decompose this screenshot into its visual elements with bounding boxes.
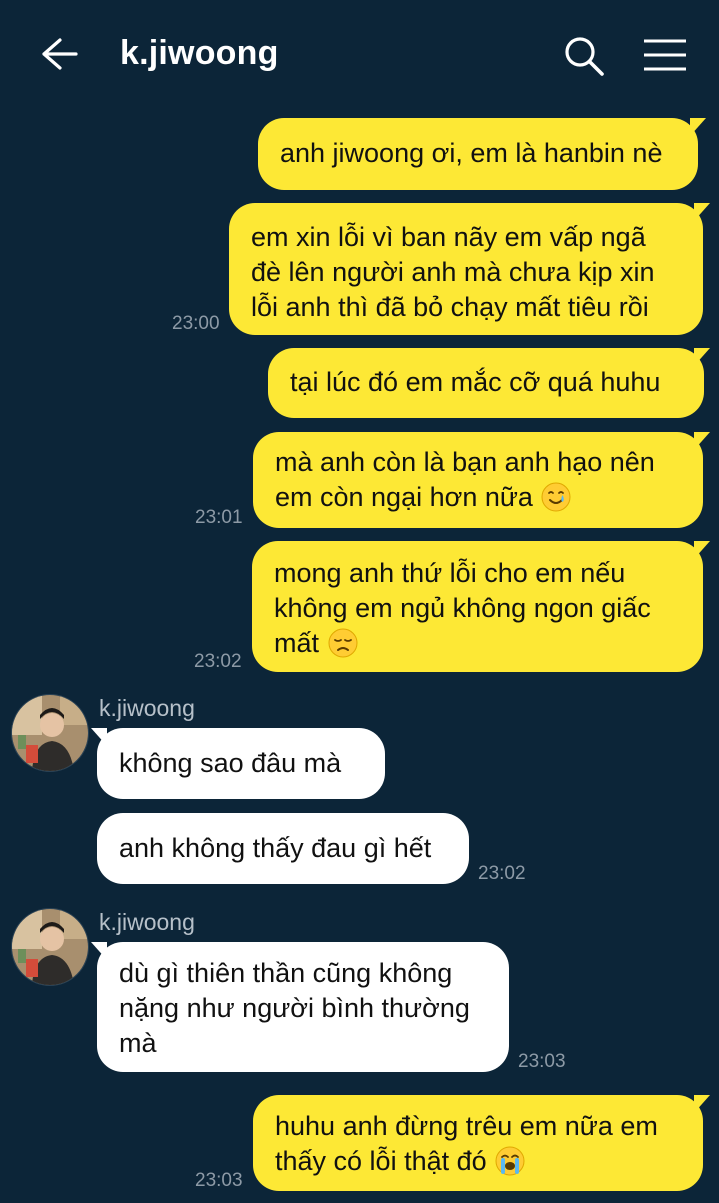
bubble-tail xyxy=(694,541,710,559)
chat-title: k.jiwoong xyxy=(120,34,279,72)
timestamp: 23:02 xyxy=(478,863,526,884)
avatar-photo-icon xyxy=(12,909,88,985)
disappointed-face-icon xyxy=(328,628,358,658)
avatar[interactable] xyxy=(11,908,89,986)
chat-header: k.jiwoong xyxy=(0,0,719,110)
timestamp: 23:03 xyxy=(195,1170,243,1191)
avatar-photo-icon xyxy=(12,695,88,771)
bubble-tail xyxy=(694,432,710,450)
message-text: anh jiwoong ơi, em là hanbin nè xyxy=(280,138,663,168)
outgoing-message[interactable]: mà anh còn là bạn anh hạo nên em còn ngạ… xyxy=(253,432,703,528)
incoming-message[interactable]: dù gì thiên thần cũng không nặng như ngư… xyxy=(97,942,509,1072)
message-text: không em ngủ không ngon giấc xyxy=(274,593,651,623)
message-text: anh không thấy đau gì hết xyxy=(119,833,432,863)
bubble-tail xyxy=(91,728,107,746)
message-text: em còn ngại hơn nữa xyxy=(275,482,533,512)
bubble-tail xyxy=(694,203,710,221)
timestamp: 23:00 xyxy=(172,313,220,334)
sender-name: k.jiwoong xyxy=(99,909,195,935)
outgoing-message[interactable]: tại lúc đó em mắc cỡ quá huhu xyxy=(268,348,704,418)
bubble-tail xyxy=(694,348,710,366)
timestamp: 23:01 xyxy=(195,507,243,528)
message-text: đè lên người anh mà chưa kịp xin xyxy=(251,257,655,287)
bubble-tail xyxy=(694,1095,710,1113)
sender-name: k.jiwoong xyxy=(99,695,195,721)
incoming-message[interactable]: anh không thấy đau gì hết xyxy=(97,813,469,884)
message-text: dù gì thiên thần cũng không xyxy=(119,958,453,988)
message-text: lỗi anh thì đã bỏ chạy mất tiêu rồi xyxy=(251,292,649,322)
smiling-face-with-tear-icon xyxy=(541,482,571,512)
arrow-left-icon[interactable] xyxy=(38,36,78,72)
message-text: huhu anh đừng trêu em nữa em xyxy=(275,1111,658,1141)
avatar[interactable] xyxy=(11,694,89,772)
bubble-tail xyxy=(91,942,107,960)
message-text: mà xyxy=(119,1028,157,1058)
message-text: không sao đâu mà xyxy=(119,748,342,778)
outgoing-message[interactable]: huhu anh đừng trêu em nữa em thấy có lỗi… xyxy=(253,1095,703,1191)
message-text: em xin lỗi vì ban nãy em vấp ngã xyxy=(251,222,646,252)
incoming-message[interactable]: không sao đâu mà xyxy=(97,728,385,799)
message-text: thấy có lỗi thật đó xyxy=(275,1146,487,1176)
outgoing-message[interactable]: anh jiwoong ơi, em là hanbin nè xyxy=(258,118,698,190)
message-text: mà anh còn là bạn anh hạo nên xyxy=(275,447,655,477)
outgoing-message[interactable]: mong anh thứ lỗi cho em nếu không em ngủ… xyxy=(252,541,703,672)
timestamp: 23:03 xyxy=(518,1051,566,1072)
outgoing-message[interactable]: em xin lỗi vì ban nãy em vấp ngã đè lên … xyxy=(229,203,703,335)
bubble-tail xyxy=(690,118,706,136)
hamburger-menu-icon[interactable] xyxy=(642,38,688,72)
message-text: tại lúc đó em mắc cỡ quá huhu xyxy=(290,367,661,397)
message-text: mất xyxy=(274,628,320,658)
timestamp: 23:02 xyxy=(194,651,242,672)
search-icon[interactable] xyxy=(562,34,606,78)
loudly-crying-face-icon xyxy=(495,1146,525,1176)
message-text: mong anh thứ lỗi cho em nếu xyxy=(274,558,626,588)
message-text: nặng như người bình thường xyxy=(119,993,470,1023)
